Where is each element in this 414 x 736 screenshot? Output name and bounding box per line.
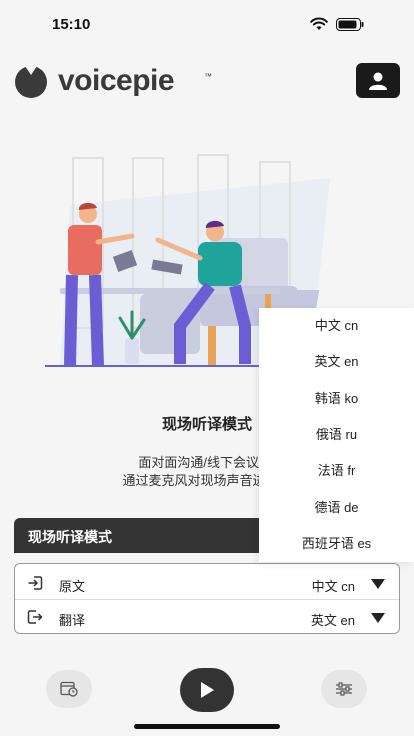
history-icon	[60, 681, 78, 697]
settings-button[interactable]	[321, 670, 367, 708]
sign-in-icon	[28, 576, 43, 590]
dropdown-option[interactable]: 法语 fr	[259, 453, 414, 489]
dropdown-option[interactable]: 俄语 ru	[259, 417, 414, 453]
target-language-label: 翻译	[59, 613, 86, 628]
profile-button[interactable]	[356, 63, 400, 98]
wifi-icon	[310, 17, 328, 30]
play-button[interactable]	[180, 668, 234, 712]
logo-trademark: ™	[204, 72, 212, 81]
source-language-row[interactable]: 原文 中文 cn	[15, 566, 399, 600]
play-icon	[201, 682, 214, 698]
language-dropdown: 中文 cn 英文 en 韩语 ko 俄语 ru 法语 fr 德语 de 西班牙语…	[259, 308, 414, 562]
logo-icon	[15, 63, 47, 98]
user-icon	[369, 72, 387, 90]
home-indicator	[134, 724, 280, 729]
dropdown-option[interactable]: 英文 en	[259, 344, 414, 380]
language-panel: 原文 中文 cn 翻译 英文 en	[14, 563, 400, 634]
dropdown-option[interactable]: 西班牙语 es	[259, 526, 414, 562]
source-language-label: 原文	[59, 579, 86, 594]
battery-icon	[336, 18, 364, 31]
caret-down-icon	[371, 613, 385, 623]
logo-text: voicepie	[58, 64, 175, 97]
source-language-value: 中文 cn	[311, 579, 355, 594]
dropdown-option[interactable]: 中文 cn	[259, 308, 414, 344]
status-bar: 15:10	[0, 0, 414, 48]
caret-down-icon	[371, 579, 385, 589]
dropdown-option[interactable]: 德语 de	[259, 490, 414, 526]
history-button[interactable]	[46, 670, 92, 708]
status-time: 15:10	[52, 16, 91, 33]
target-language-value: 英文 en	[310, 613, 355, 628]
target-language-row[interactable]: 翻译 英文 en	[15, 599, 399, 633]
sliders-icon	[336, 682, 352, 696]
dropdown-option[interactable]: 韩语 ko	[259, 381, 414, 417]
sign-out-icon	[27, 610, 43, 624]
